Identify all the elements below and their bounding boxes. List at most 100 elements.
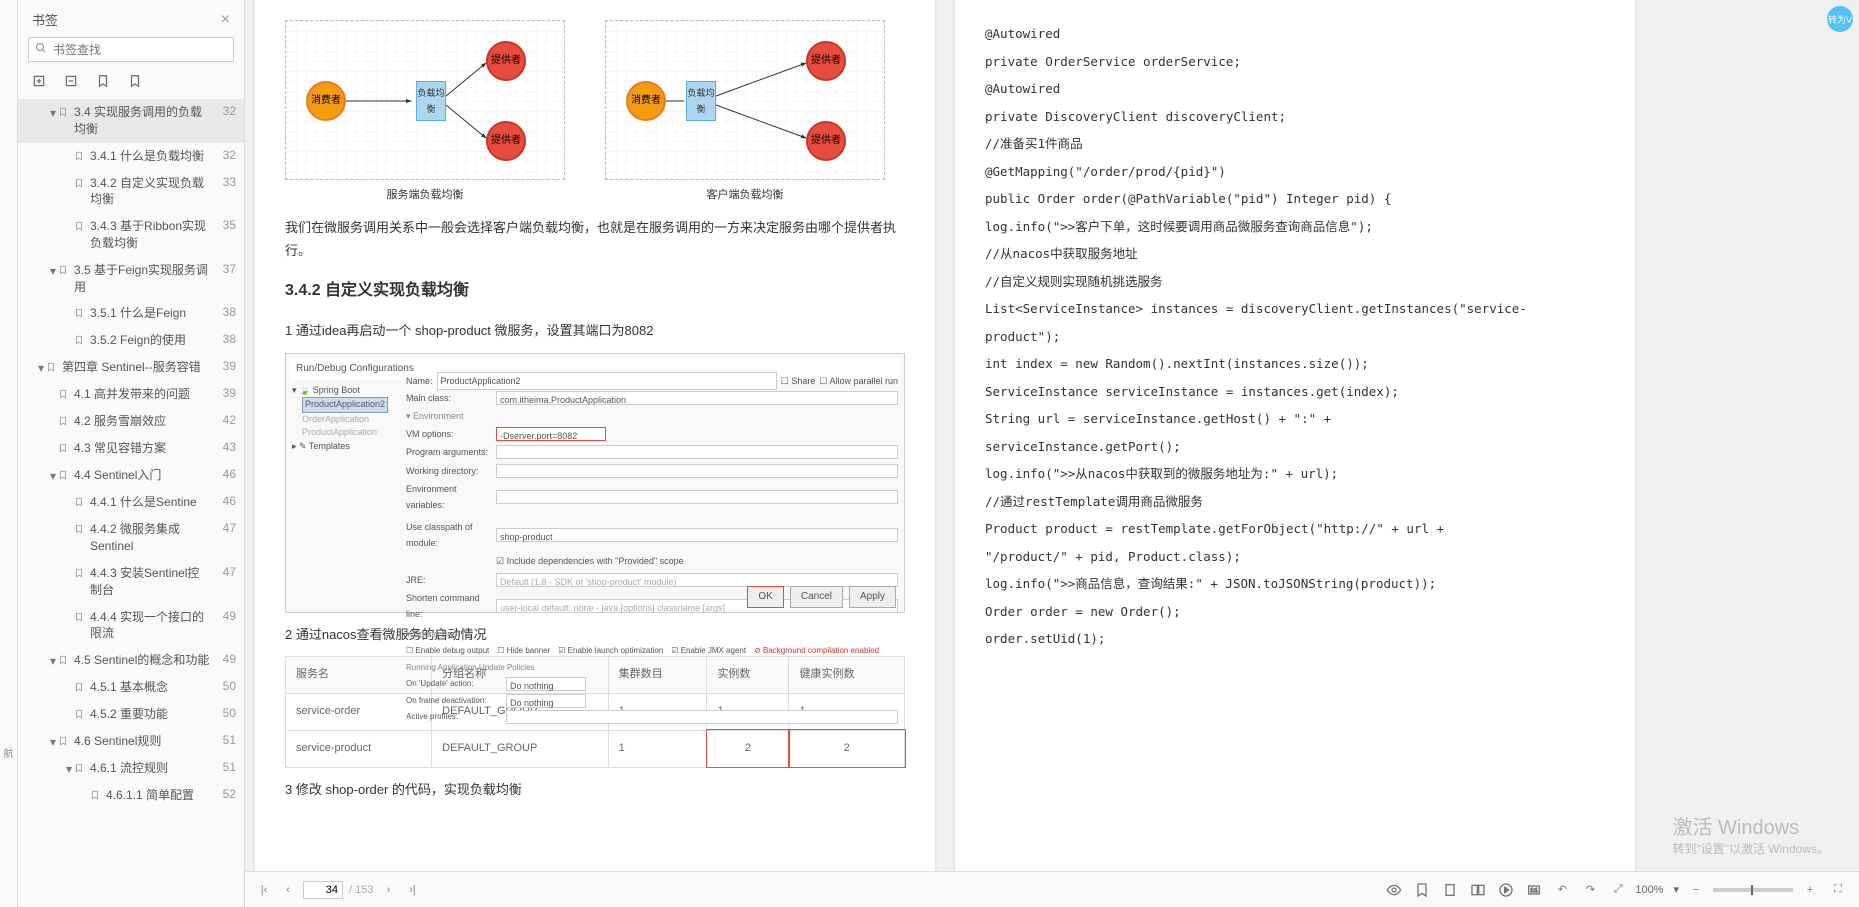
code-line: "/product/" + pid, Product.class); <box>985 543 1605 571</box>
rotate-right-icon[interactable]: ↷ <box>1579 879 1601 901</box>
outline-page: 46 <box>216 467 236 481</box>
caret-icon[interactable]: ▾ <box>48 735 58 749</box>
nav-label: 航 <box>4 745 14 760</box>
outline-item[interactable]: ▾3.4 实现服务调用的负载均衡32 <box>18 99 244 143</box>
code-line: log.info(">>从nacos中获取到的微服务地址为:" + url); <box>985 460 1605 488</box>
bookmark-icon <box>74 762 84 777</box>
outline-label: 4.5.2 重要功能 <box>90 706 210 723</box>
outline-item[interactable]: 4.4.3 安装Sentinel控制台47 <box>18 560 244 604</box>
code-line: @GetMapping("/order/prod/{pid}") <box>985 158 1605 186</box>
outline-tree[interactable]: ▾3.4 实现服务调用的负载均衡323.4.1 什么是负载均衡323.4.2 自… <box>18 99 244 907</box>
caption-server: 服务端负载均衡 <box>285 186 565 206</box>
prev-page-icon[interactable]: ‹ <box>279 884 297 896</box>
zoom-in-icon[interactable]: + <box>1799 879 1821 901</box>
caption-client: 客户端负载均衡 <box>605 186 885 206</box>
outline-page: 52 <box>216 787 236 801</box>
outline-label: 3.5 基于Feign实现服务调用 <box>74 262 210 296</box>
outline-item[interactable]: 4.2 服务雪崩效应42 <box>18 408 244 435</box>
caret-icon[interactable]: ▾ <box>48 106 58 120</box>
bookmark-icon <box>74 611 84 626</box>
outline-item[interactable]: 3.4.2 自定义实现负载均衡33 <box>18 170 244 214</box>
bookmark-toolbar <box>18 70 244 99</box>
outline-item[interactable]: ▾4.5 Sentinel的概念和功能49 <box>18 647 244 674</box>
cancel-button: Cancel <box>790 586 843 608</box>
two-page-icon[interactable] <box>1467 879 1489 901</box>
expand-icon[interactable] <box>32 74 46 91</box>
caret-icon[interactable]: ▾ <box>36 361 46 375</box>
outline-item[interactable]: 4.4.2 微服务集成Sentinel47 <box>18 516 244 560</box>
zoom-slider[interactable] <box>1713 888 1793 892</box>
code-line: product"); <box>985 323 1605 351</box>
fit-width-icon[interactable]: 1:1 <box>1523 879 1545 901</box>
outline-item[interactable]: 4.3 常见容错方案43 <box>18 435 244 462</box>
outline-item[interactable]: 4.4.4 实现一个接口的限流 49 <box>18 604 244 648</box>
outline-item[interactable]: 4.4.1 什么是Sentine46 <box>18 489 244 516</box>
bookmark-icon[interactable] <box>128 74 142 91</box>
search-input[interactable] <box>53 43 227 57</box>
outline-page: 49 <box>216 609 236 623</box>
last-page-icon[interactable]: ›| <box>403 884 421 896</box>
fullscreen-icon[interactable]: ⛶ <box>1827 879 1849 901</box>
zoom-out-icon[interactable]: − <box>1685 879 1707 901</box>
bookmark-add-icon[interactable] <box>96 74 110 91</box>
outline-page: 35 <box>216 218 236 232</box>
outline-label: 4.3 常见容错方案 <box>74 440 210 457</box>
name-label: Name: <box>406 373 433 389</box>
first-page-icon[interactable]: |‹ <box>255 884 273 896</box>
corner-badge[interactable]: 转为V <box>1827 6 1853 32</box>
outline-item[interactable]: 4.1 高并发带来的问题39 <box>18 381 244 408</box>
bookmark-icon <box>58 735 68 750</box>
outline-item[interactable]: ▾第四章 Sentinel--服务容错39 <box>18 354 244 381</box>
table-row: service-product DEFAULT_GROUP 1 2 2 <box>286 730 905 767</box>
outline-page: 32 <box>216 104 236 118</box>
outline-item[interactable]: ▾4.6 Sentinel规则51 <box>18 728 244 755</box>
outline-item[interactable]: 4.5.2 重要功能50 <box>18 701 244 728</box>
bookmark-icon <box>74 334 84 349</box>
search-icon <box>35 42 47 57</box>
bookmark-icon <box>74 708 84 723</box>
consumer-node: 消费者 <box>626 81 666 121</box>
outline-item[interactable]: 4.6.1.1 简单配置52 <box>18 782 244 809</box>
step-1: 1 通过idea再启动一个 shop-product 微服务，设置其端口为808… <box>285 319 905 342</box>
lb-node: 负载均衡 <box>686 81 716 121</box>
caret-icon[interactable]: ▾ <box>48 469 58 483</box>
outline-page: 51 <box>216 733 236 747</box>
single-page-icon[interactable] <box>1439 879 1461 901</box>
outline-item[interactable]: 3.5.2 Feign的使用38 <box>18 327 244 354</box>
rotate-left-icon[interactable]: ↶ <box>1551 879 1573 901</box>
caret-icon[interactable]: ▾ <box>48 264 58 278</box>
outline-label: 第四章 Sentinel--服务容错 <box>62 359 210 376</box>
svg-text:1:1: 1:1 <box>1531 888 1538 894</box>
code-line: int index = new Random().nextInt(instanc… <box>985 350 1605 378</box>
collapse-icon[interactable] <box>64 74 78 91</box>
diagram-server-lb: 消费者 负载均衡 提供者 提供者 <box>285 20 565 180</box>
paragraph: 我们在微服务调用关系中一般会选择客户端负载均衡，也就是在服务调用的一方来决定服务… <box>285 216 905 263</box>
outline-page: 51 <box>216 760 236 774</box>
outline-item[interactable]: 3.5.1 什么是Feign38 <box>18 300 244 327</box>
config-tree: ▾ 🍃 Spring Boot ProductApplication2 Orde… <box>292 384 388 454</box>
total-pages: / 153 <box>349 884 373 896</box>
outline-page: 46 <box>216 494 236 508</box>
outline-item[interactable]: ▾3.5 基于Feign实现服务调用37 <box>18 257 244 301</box>
caret-icon[interactable]: ▾ <box>64 762 74 776</box>
outline-item[interactable]: ▾4.6.1 流控规则51 <box>18 755 244 782</box>
next-page-icon[interactable]: › <box>379 884 397 896</box>
diagram-client-lb: 消费者 负载均衡 提供者 提供者 <box>605 20 885 180</box>
outline-item[interactable]: 3.4.1 什么是负载均衡32 <box>18 143 244 170</box>
outline-item[interactable]: 4.5.1 基本概念50 <box>18 674 244 701</box>
page-number-input[interactable] <box>303 881 343 899</box>
close-icon[interactable]: × <box>221 11 230 29</box>
outline-item[interactable]: 3.4.3 基于Ribbon实现负载均衡35 <box>18 213 244 257</box>
outline-item[interactable]: ▾4.4 Sentinel入门46 <box>18 462 244 489</box>
page-left: 消费者 负载均衡 提供者 提供者 服务端负载均衡 消费者 <box>255 0 935 893</box>
outline-label: 4.4.4 实现一个接口的限流 <box>90 609 210 643</box>
bookmark-ribbon-icon[interactable] <box>1411 879 1433 901</box>
eye-icon[interactable] <box>1383 879 1405 901</box>
caret-icon[interactable]: ▾ <box>48 654 58 668</box>
provider-node: 提供者 <box>486 41 526 81</box>
code-line: Order order = new Order(); <box>985 598 1605 626</box>
play-icon[interactable] <box>1495 879 1517 901</box>
outline-page: 32 <box>216 148 236 162</box>
fit-page-icon[interactable]: ⤢ <box>1607 879 1629 901</box>
search-input-wrap[interactable] <box>28 37 234 62</box>
